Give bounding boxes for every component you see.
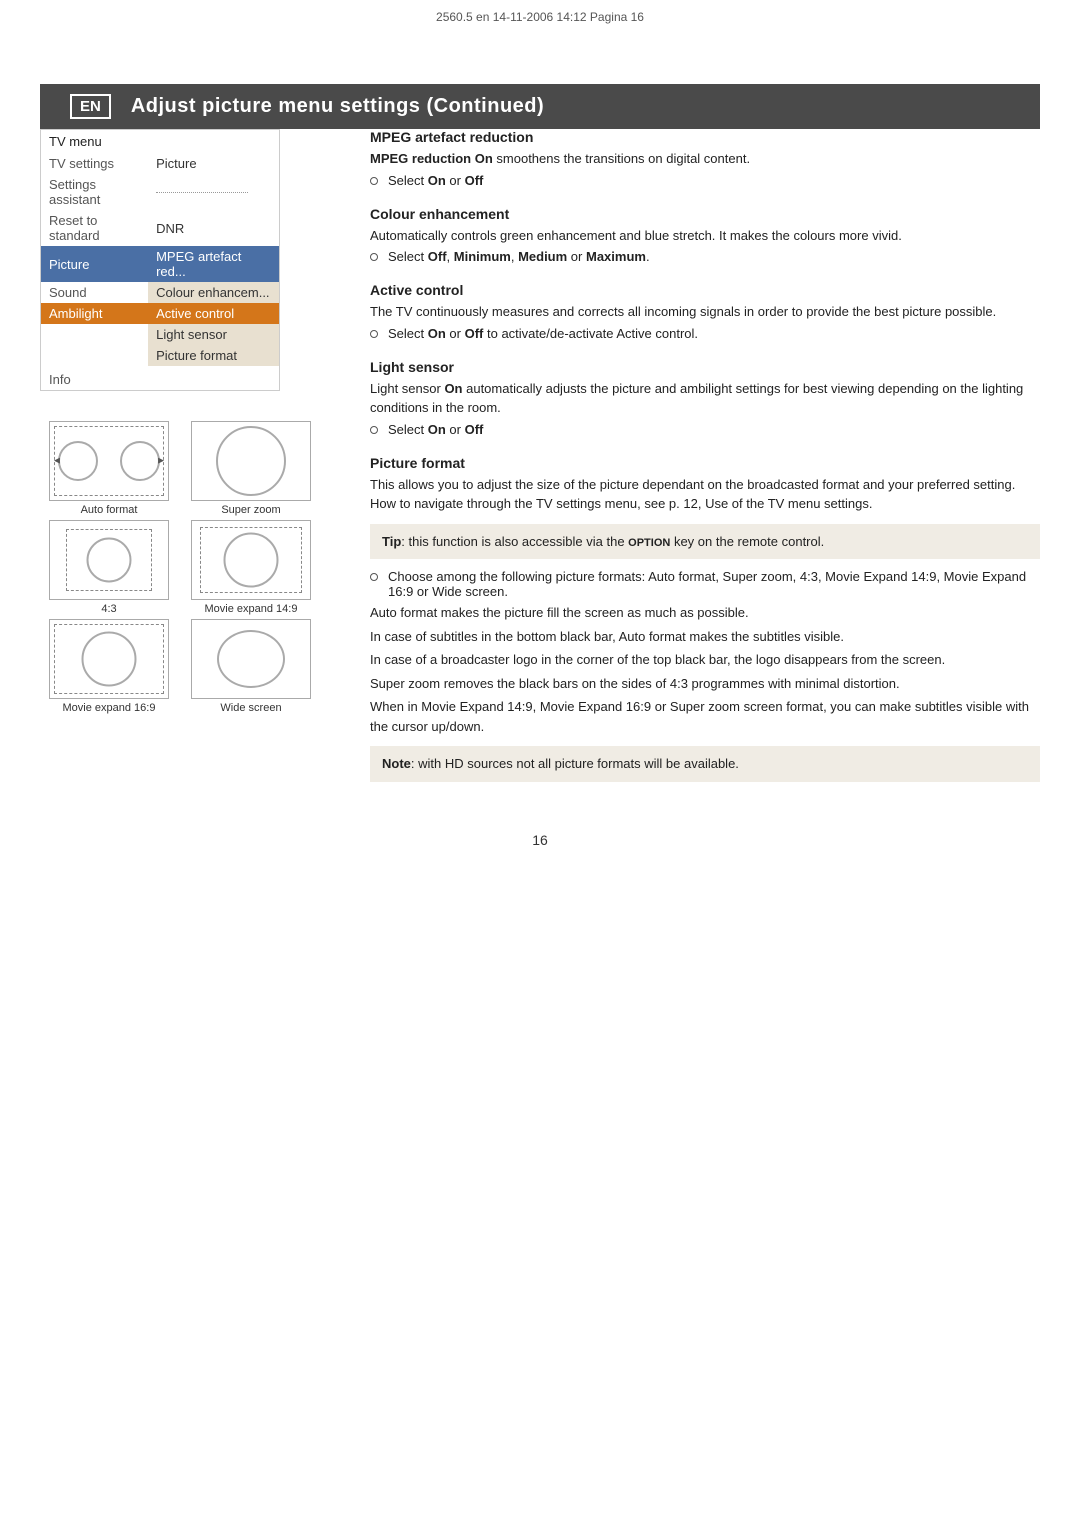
option-key: OPTION: [628, 537, 670, 549]
format-label: Super zoom: [221, 504, 280, 516]
bullet-picture-format: Choose among the following picture forma…: [370, 569, 1040, 599]
bullet-text: Select On or Off: [388, 173, 483, 188]
tv-menu: TV menu TV settings Picture Settings ass…: [40, 129, 280, 391]
section-text-auto: Auto format makes the picture fill the s…: [370, 603, 1040, 623]
left-column: TV menu TV settings Picture Settings ass…: [40, 129, 340, 792]
menu-item-value: Light sensor: [148, 324, 279, 345]
arrow-right-icon: ►: [156, 456, 166, 467]
section-text-picture-format: This allows you to adjust the size of th…: [370, 475, 1040, 514]
bullet-text: Choose among the following picture forma…: [388, 569, 1040, 599]
bullet-icon: [370, 426, 378, 434]
menu-item-value: Picture: [148, 153, 279, 174]
section-heading-colour: Colour enhancement: [370, 206, 1040, 222]
format-label: Movie expand 14:9: [205, 603, 298, 615]
menu-item-label: TV settings: [41, 153, 148, 174]
bullet-mpeg: Select On or Off: [370, 173, 1040, 188]
bullet-active: Select On or Off to activate/de-activate…: [370, 326, 1040, 341]
format-item-wide: Wide screen: [182, 619, 320, 714]
menu-item-value: Colour enhancem...: [148, 282, 279, 303]
section-text-logo: In case of a broadcaster logo in the cor…: [370, 650, 1040, 670]
mpeg-bold: MPEG reduction On: [370, 151, 493, 166]
section-heading-light: Light sensor: [370, 359, 1040, 375]
table-row: TV settings Picture: [41, 153, 279, 174]
menu-item-label: Picture: [41, 246, 148, 282]
table-row: Sound Colour enhancem...: [41, 282, 279, 303]
menu-item-label: Settings assistant: [41, 174, 148, 210]
en-badge: EN: [70, 94, 111, 119]
menu-item-label: [41, 324, 148, 345]
format-box-movie16: [49, 619, 169, 699]
page-title: Adjust picture menu settings (Continued): [131, 95, 544, 118]
format-label: Wide screen: [220, 702, 281, 714]
section-text-movie: When in Movie Expand 14:9, Movie Expand …: [370, 697, 1040, 736]
header-banner: EN Adjust picture menu settings (Continu…: [40, 84, 1040, 129]
table-row: Picture MPEG artefact red...: [41, 246, 279, 282]
bullet-text: Select Off, Minimum, Medium or Maximum.: [388, 249, 650, 264]
table-row: Ambilight Active control: [41, 303, 279, 324]
format-item-movie16: Movie expand 16:9: [40, 619, 178, 714]
bullet-light: Select On or Off: [370, 422, 1040, 437]
format-item-super: Super zoom: [182, 421, 320, 516]
format-label: Auto format: [81, 504, 138, 516]
format-item-auto: ◄ ► Auto format: [40, 421, 178, 516]
format-label: Movie expand 16:9: [63, 702, 156, 714]
format-label: 4:3: [101, 603, 116, 615]
bullet-icon: [370, 573, 378, 581]
menu-item-value: [148, 174, 279, 210]
tv-menu-title: TV menu: [41, 130, 279, 153]
tv-menu-table: TV settings Picture Settings assistant R…: [41, 153, 279, 390]
section-text-mpeg: MPEG reduction On smoothens the transiti…: [370, 149, 1040, 169]
arrow-left-icon: ◄: [52, 456, 62, 467]
right-column: MPEG artefact reduction MPEG reduction O…: [370, 129, 1040, 792]
bullet-colour: Select Off, Minimum, Medium or Maximum.: [370, 249, 1040, 264]
note-bold: Note: [382, 756, 411, 771]
main-content: TV menu TV settings Picture Settings ass…: [40, 129, 1040, 792]
bullet-icon: [370, 177, 378, 185]
format-box-wide: [191, 619, 311, 699]
format-box-movie14: [191, 520, 311, 600]
section-heading-picture-format: Picture format: [370, 455, 1040, 471]
menu-item-label: Sound: [41, 282, 148, 303]
bullet-icon: [370, 330, 378, 338]
table-row: Info: [41, 366, 279, 390]
format-item-43: 4:3: [40, 520, 178, 615]
section-heading-active: Active control: [370, 282, 1040, 298]
tip-box: Tip: this function is also accessible vi…: [370, 524, 1040, 560]
bullet-text: Select On or Off: [388, 422, 483, 437]
menu-item-label: Reset to standard: [41, 210, 148, 246]
section-text-light: Light sensor On automatically adjusts th…: [370, 379, 1040, 418]
format-box-super: [191, 421, 311, 501]
menu-item-value: [148, 366, 279, 390]
menu-item-label: [41, 345, 148, 366]
format-box-43: [49, 520, 169, 600]
section-heading-mpeg: MPEG artefact reduction: [370, 129, 1040, 145]
table-row: Reset to standard DNR: [41, 210, 279, 246]
section-text-subtitle: In case of subtitles in the bottom black…: [370, 627, 1040, 647]
picture-formats: ◄ ► Auto format Super zoom: [40, 421, 320, 714]
table-row: Light sensor: [41, 324, 279, 345]
format-grid: ◄ ► Auto format Super zoom: [40, 421, 320, 714]
format-item-movie14: Movie expand 14:9: [182, 520, 320, 615]
section-text-super: Super zoom removes the black bars on the…: [370, 674, 1040, 694]
section-text-active: The TV continuously measures and correct…: [370, 302, 1040, 322]
format-box-auto: ◄ ►: [49, 421, 169, 501]
menu-item-label: Info: [41, 366, 148, 390]
bullet-icon: [370, 253, 378, 261]
menu-item-value: Picture format: [148, 345, 279, 366]
table-row: Picture format: [41, 345, 279, 366]
note-box: Note: with HD sources not all picture fo…: [370, 746, 1040, 782]
print-meta: 2560.5 en 14-11-2006 14:12 Pagina 16: [0, 10, 1080, 24]
menu-item-value: DNR: [148, 210, 279, 246]
bullet-text: Select On or Off to activate/de-activate…: [388, 326, 698, 341]
menu-item-label: Ambilight: [41, 303, 148, 324]
page-number: 16: [0, 832, 1080, 848]
table-row: Settings assistant: [41, 174, 279, 210]
section-text-colour: Automatically controls green enhancement…: [370, 226, 1040, 246]
tip-bold: Tip: [382, 534, 401, 549]
menu-item-value: Active control: [148, 303, 279, 324]
menu-item-value: MPEG artefact red...: [148, 246, 279, 282]
